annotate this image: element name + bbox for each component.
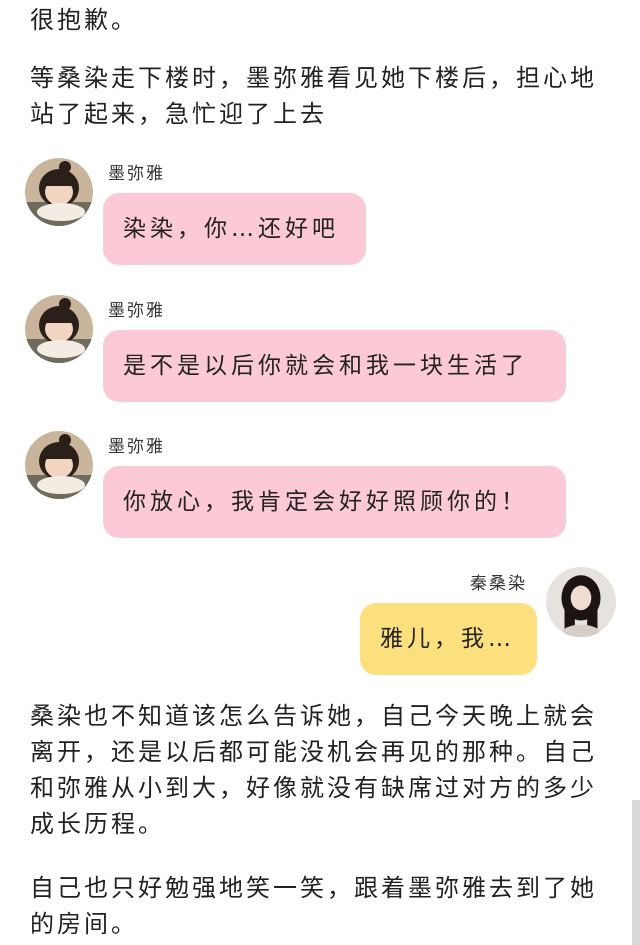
girl-portrait-icon: [25, 158, 93, 226]
sender-name: 墨弥雅: [108, 301, 165, 321]
sender-name: 墨弥雅: [108, 437, 165, 457]
scrollbar-track[interactable]: [632, 800, 640, 945]
message-bubble[interactable]: 雅儿，我…: [360, 603, 537, 675]
message-bubble[interactable]: 你放心，我肯定会好好照顾你的！: [103, 466, 566, 538]
girl-portrait-icon: [25, 431, 93, 499]
avatar-mo-miya[interactable]: [25, 431, 93, 499]
avatar-mo-miya[interactable]: [25, 295, 93, 363]
story-paragraph-2: 桑染也不知道该怎么告诉她，自己今天晚上就会离开，还是以后都可能没机会再见的那种。…: [30, 702, 597, 838]
sender-name: 秦桑染: [470, 574, 527, 594]
avatar-qin-sangran[interactable]: [546, 567, 616, 637]
story-paragraph-0: 很抱歉。: [30, 6, 138, 34]
woman-portrait-icon: [546, 567, 616, 637]
sender-name: 墨弥雅: [108, 164, 165, 184]
story-paragraph-3: 自己也只好勉强地笑一笑，跟着墨弥雅去到了她的房间。: [30, 874, 597, 938]
avatar-mo-miya[interactable]: [25, 158, 93, 226]
girl-portrait-icon: [25, 295, 93, 363]
message-bubble[interactable]: 染染，你…还好吧: [103, 193, 366, 265]
message-bubble[interactable]: 是不是以后你就会和我一块生活了: [103, 330, 566, 402]
story-paragraph-1: 等桑染走下楼时，墨弥雅看见她下楼后，担心地站了起来，急忙迎了上去: [30, 64, 597, 128]
